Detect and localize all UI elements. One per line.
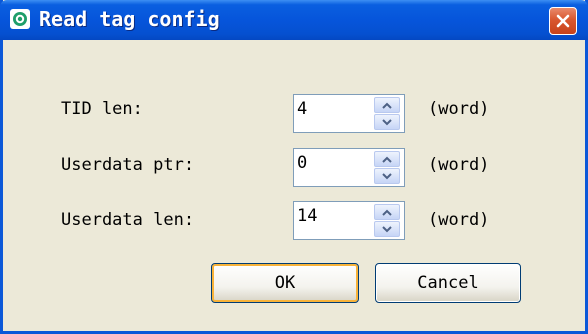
ok-button[interactable]: OK — [211, 263, 359, 303]
close-icon — [556, 14, 570, 28]
userdata-len-spinbox[interactable]: 14 — [293, 201, 405, 240]
userdata-ptr-unit: (word) — [428, 155, 490, 175]
app-icon — [10, 9, 30, 29]
userdata-ptr-label: Userdata ptr: — [61, 155, 195, 175]
title-bar[interactable]: Read tag config — [0, 0, 588, 40]
window-title: Read tag config — [39, 7, 220, 31]
tid-len-unit: (word) — [428, 99, 490, 119]
userdata-len-decrement[interactable] — [374, 221, 400, 237]
dialog-window: Read tag config TID len: 4 (word) Userda… — [0, 0, 588, 334]
userdata-len-value[interactable]: 14 — [297, 206, 317, 226]
chevron-up-icon — [382, 156, 392, 163]
tid-len-value[interactable]: 4 — [297, 99, 307, 119]
userdata-len-increment[interactable] — [374, 204, 400, 220]
chevron-down-icon — [382, 225, 392, 232]
cancel-button[interactable]: Cancel — [375, 263, 521, 303]
chevron-down-icon — [382, 118, 392, 125]
tid-len-decrement[interactable] — [374, 114, 400, 130]
tid-len-spinbox[interactable]: 4 — [293, 94, 405, 133]
userdata-len-unit: (word) — [428, 210, 490, 230]
chevron-down-icon — [382, 172, 392, 179]
tid-len-increment[interactable] — [374, 97, 400, 113]
tid-len-label: TID len: — [61, 99, 143, 119]
chevron-up-icon — [382, 102, 392, 109]
chevron-up-icon — [382, 209, 392, 216]
close-button[interactable] — [549, 7, 577, 35]
userdata-ptr-decrement[interactable] — [374, 168, 400, 184]
userdata-len-label: Userdata len: — [61, 210, 195, 230]
userdata-ptr-value[interactable]: 0 — [297, 153, 307, 173]
userdata-ptr-spinbox[interactable]: 0 — [293, 148, 405, 187]
userdata-ptr-increment[interactable] — [374, 151, 400, 167]
